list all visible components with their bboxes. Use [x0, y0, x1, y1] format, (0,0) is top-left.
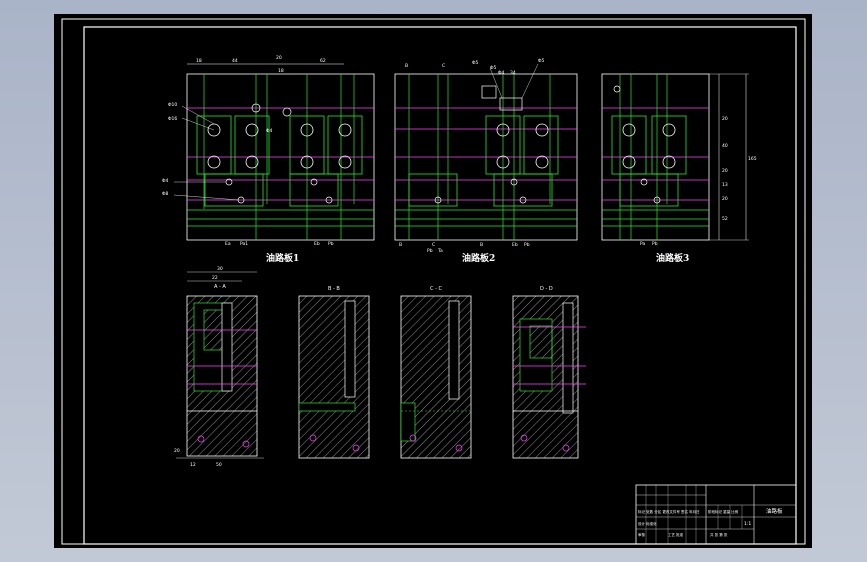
- p2-port-1: C: [432, 242, 435, 248]
- section-a-view[interactable]: 30 22 12 50 20: [174, 266, 264, 468]
- title-block: 标记 处数 分区 更改文件号 签名 年月日 设计 标准化 审核 工艺 批准 阶段…: [635, 484, 797, 545]
- p3-dim-right-5: 52: [722, 216, 728, 222]
- p3-dim-total: 165: [748, 156, 757, 162]
- drawing-border: [61, 18, 806, 545]
- plate2-view[interactable]: B C Φ5 Φ5 Φ4 34 Φ5 B C Pb Ta B Eb Pb: [394, 58, 578, 254]
- p3-dim-right-3: 13: [722, 182, 728, 188]
- section-d-view[interactable]: [512, 295, 586, 459]
- p2-port-2: Pb: [427, 248, 433, 254]
- p1-port-2: Eb: [314, 241, 320, 247]
- p3-dim-right-4: 20: [722, 196, 728, 202]
- p2-dim-top-5: 34: [510, 70, 516, 76]
- plate2-label: 油路板2: [462, 252, 495, 264]
- p3-port-0: Pa: [640, 241, 646, 247]
- p2-dim-top-1: C: [442, 63, 445, 69]
- p3-dim-right-0: 20: [722, 116, 728, 122]
- p1-dim-top-3: 62: [320, 58, 326, 64]
- p3-dim-right-2: 20: [722, 168, 728, 174]
- title-row-2: 审核: [638, 532, 646, 537]
- title-right-1: 共 张 第 张: [710, 532, 728, 537]
- p1-dim-left-1: Φ16: [168, 116, 177, 122]
- sec-a-dim-top-0: 30: [217, 266, 223, 272]
- section-c-view[interactable]: [400, 295, 472, 459]
- drawing-viewport[interactable]: 18 44 20 62 Φ10 Φ16 Φ4 Φ8 Φ4 18 Ea Pa1 E…: [54, 14, 812, 548]
- sec-a-dim-top-1: 22: [212, 275, 218, 281]
- title-row-0: 标记 处数 分区 更改文件号 签名 年月日: [638, 509, 700, 514]
- p1-dim-right-0: Φ4: [266, 128, 273, 134]
- sec-a-dim-bottom-1: 50: [216, 462, 222, 468]
- p1-port-3: Pb: [328, 241, 334, 247]
- p3-port-1: Pb: [652, 241, 658, 247]
- p1-dim-left-3: Φ8: [162, 191, 169, 197]
- cad-drawing: 18 44 20 62 Φ10 Φ16 Φ4 Φ8 Φ4 18 Ea Pa1 E…: [61, 18, 806, 545]
- title-right-0: 阶段标记 重量 比例: [708, 509, 739, 514]
- p1-dim-right-1: 18: [278, 68, 284, 74]
- section-d-label: D - D: [540, 286, 553, 292]
- p2-dim-top-0: B: [405, 63, 408, 69]
- title-scale: 1:1: [744, 521, 751, 527]
- plate1-label: 油路板1: [266, 252, 299, 264]
- plate3-label: 油路板3: [656, 252, 689, 264]
- p1-port-0: Ea: [225, 241, 231, 247]
- plate3-view[interactable]: 20 40 20 13 20 52 165 Pa Pb: [601, 73, 757, 247]
- p1-dim-left-2: Φ4: [162, 178, 169, 184]
- p2-port-3: Ta: [437, 248, 443, 254]
- title-drawing-name: 油路板: [766, 507, 783, 515]
- p1-dim-top-1: 44: [232, 58, 238, 64]
- p2-dim-top-6: Φ5: [538, 58, 545, 64]
- p2-dim-top-3: Φ5: [490, 65, 497, 71]
- section-a-label: A - A: [214, 284, 226, 290]
- p1-dim-top-2: 20: [276, 55, 282, 61]
- p2-port-6: Pb: [524, 242, 530, 248]
- section-b-label: B - B: [328, 286, 340, 292]
- p1-port-1: Pa1: [240, 241, 248, 247]
- section-b-view[interactable]: [298, 295, 370, 459]
- sec-a-dim-side: 20: [174, 448, 180, 454]
- p2-dim-top-4: Φ4: [498, 70, 505, 76]
- p3-dim-right-1: 40: [722, 143, 728, 149]
- section-c-label: C - C: [430, 286, 442, 292]
- p1-dim-top-0: 18: [196, 58, 202, 64]
- p2-dim-top-2: Φ5: [472, 60, 479, 66]
- title-row-3: 工艺 批准: [668, 532, 684, 537]
- plate1-view[interactable]: 18 44 20 62 Φ10 Φ16 Φ4 Φ8 Φ4 18 Ea Pa1 E…: [162, 55, 375, 247]
- title-row-1: 设计 标准化: [638, 521, 657, 526]
- p2-port-5: Eb: [512, 242, 518, 248]
- sec-a-dim-bottom-0: 12: [190, 462, 196, 468]
- p2-port-4: B: [480, 242, 483, 248]
- p1-dim-left-0: Φ10: [168, 102, 177, 108]
- p2-port-0: B: [399, 242, 402, 248]
